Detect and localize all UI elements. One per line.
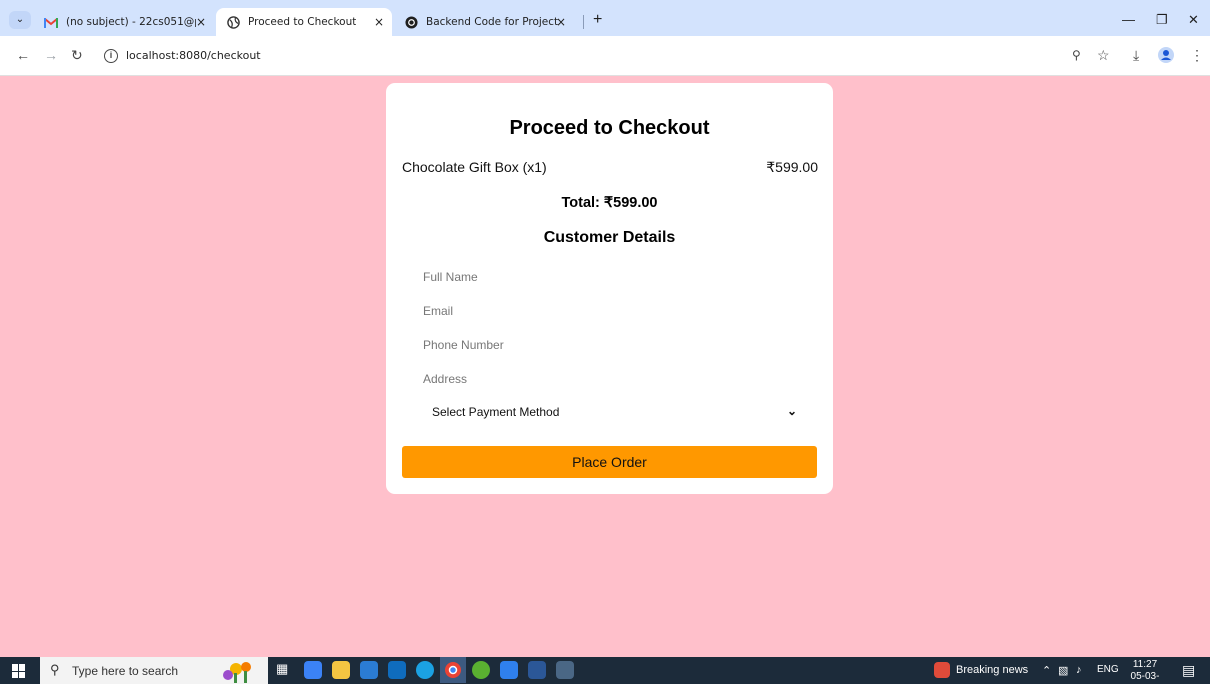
minimize-icon[interactable]: — [1122,12,1135,27]
address-field[interactable] [412,366,807,392]
tab-separator [583,15,584,29]
globe-icon [226,15,240,29]
back-icon[interactable]: ← [16,48,30,62]
close-icon[interactable]: × [374,15,384,29]
tab-title: Proceed to Checkout [248,16,357,28]
item-name: Chocolate Gift Box (x1) [402,159,547,175]
gmail-icon [44,15,58,29]
file-explorer-icon[interactable] [332,661,350,679]
search-placeholder: Type here to search [72,664,179,678]
tab-title: Backend Code for Project [426,16,559,28]
tab-search-button[interactable]: ⌄ [9,11,31,29]
download-icon[interactable]: ⤓ [1133,48,1139,62]
phone-field[interactable] [412,332,807,358]
forward-icon[interactable]: → [44,48,58,62]
snipping-tool-icon[interactable] [556,661,574,679]
site-info-icon[interactable]: i [104,49,118,63]
address-bar[interactable]: i localhost:8080/checkout [96,42,1096,70]
more-menu-icon[interactable]: ⋮ [1190,48,1204,62]
tab-gmail[interactable]: (no subject) - 22cs051@psr.edu × [34,8,214,36]
edge-icon[interactable] [416,661,434,679]
clock-time: 11:27 [1132,659,1158,670]
search-icon: ⚲ [50,662,60,677]
page-title: Proceed to Checkout [509,117,710,139]
zoom-icon[interactable]: ⚲ [1072,48,1081,62]
tab-checkout[interactable]: Proceed to Checkout × [216,8,392,36]
app-icon[interactable] [472,661,490,679]
notification-icon[interactable]: ▤ [1182,662,1195,679]
tab-title: (no subject) - 22cs051@psr.edu [66,16,196,28]
bookmark-star-icon[interactable]: ☆ [1097,48,1110,62]
checkout-card: Proceed to Checkout Chocolate Gift Box (… [386,83,833,494]
task-view-icon[interactable]: ▦ [276,661,294,679]
full-name-field[interactable] [412,264,807,290]
news-icon[interactable] [934,662,950,678]
place-order-button[interactable]: Place Order [402,446,817,478]
browser-tab-strip: ⌄ (no subject) - 22cs051@psr.edu × Proce… [0,0,1210,36]
store-icon[interactable] [360,661,378,679]
order-total: Total: ₹599.00 [561,195,658,211]
url-text: localhost:8080/checkout [126,49,261,62]
chrome-icon-active[interactable] [440,657,466,683]
flowers-icon [223,662,251,683]
new-tab-button[interactable]: + [593,12,602,28]
word-icon[interactable] [528,661,546,679]
network-icon[interactable]: ▧ [1058,664,1068,677]
clock-date: 05-03-2025 [1130,671,1160,684]
restore-icon[interactable]: ❐ [1156,12,1168,28]
taskbar-search[interactable]: ⚲ Type here to search [40,657,268,684]
chatgpt-icon [404,15,418,29]
windows-taskbar: ⚲ Type here to search ▦ Breaking news ⌃ … [0,657,1210,684]
payment-method-label: Select Payment Method [432,405,560,419]
customer-details-heading: Customer Details [543,229,676,246]
language-indicator[interactable]: ENG [1097,664,1119,675]
payment-method-select[interactable]: Select Payment Method ⌄ [422,401,797,423]
browser-toolbar: ← → ↻ i localhost:8080/checkout ⚲ ☆ ⤓ ⋮ [0,36,1210,76]
chevron-up-icon[interactable]: ⌃ [1042,664,1051,677]
close-icon[interactable]: × [196,15,206,29]
chevron-down-icon: ⌄ [786,404,797,418]
vscode-icon[interactable] [500,661,518,679]
clock[interactable]: 11:27 05-03-2025 [1120,659,1170,684]
tab-backend-code[interactable]: Backend Code for Project × [394,8,574,36]
window-close-icon[interactable]: ✕ [1188,12,1199,28]
windows-start-icon[interactable] [12,664,26,678]
item-price: ₹599.00 [766,159,818,175]
reload-icon[interactable]: ↻ [71,48,83,62]
news-text[interactable]: Breaking news [956,664,1028,676]
outlook-icon[interactable] [388,661,406,679]
profile-avatar[interactable] [1158,47,1174,65]
volume-icon[interactable]: ♪ [1076,664,1082,676]
close-icon[interactable]: × [556,15,566,29]
email-field[interactable] [412,298,807,324]
copilot-icon[interactable] [304,661,322,679]
